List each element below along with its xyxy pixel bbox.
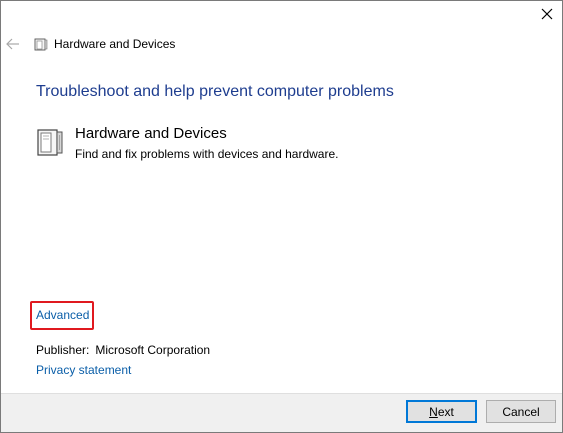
item-description: Find and fix problems with devices and h… <box>75 147 339 161</box>
back-button[interactable] <box>4 35 22 53</box>
publisher-value: Microsoft Corporation <box>95 343 211 357</box>
item-title: Hardware and Devices <box>75 125 227 142</box>
close-icon <box>541 8 553 20</box>
publisher-row: Publisher: Microsoft Corporation <box>36 343 210 357</box>
hardware-devices-icon <box>37 129 63 156</box>
privacy-statement-link[interactable]: Privacy statement <box>36 363 131 377</box>
hardware-devices-icon <box>34 38 48 51</box>
cancel-button[interactable]: Cancel <box>486 400 556 423</box>
troubleshooter-window: Hardware and Devices Troubleshoot and he… <box>0 0 563 433</box>
next-button[interactable]: Next <box>406 400 477 423</box>
close-button[interactable] <box>532 1 562 27</box>
page-heading: Troubleshoot and help prevent computer p… <box>36 83 394 100</box>
publisher-label: Publisher: <box>36 343 90 357</box>
back-arrow-icon <box>6 38 19 50</box>
footer-bar: Next Cancel <box>1 393 562 432</box>
next-mnemonic: N <box>429 404 438 419</box>
advanced-link[interactable]: Advanced <box>36 308 89 322</box>
window-title: Hardware and Devices <box>54 37 176 51</box>
troubleshooter-item: Hardware and Devices Find and fix proble… <box>36 125 516 165</box>
title-bar: Hardware and Devices <box>1 31 562 57</box>
next-label-rest: ext <box>437 404 454 419</box>
